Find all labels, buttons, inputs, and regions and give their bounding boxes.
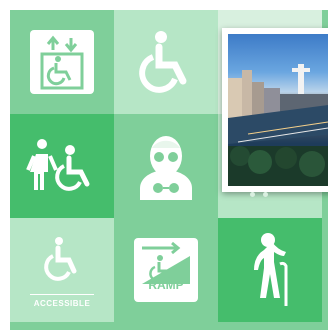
accessible-wheelchair-icon [44, 237, 77, 281]
ramp-label: RAMP [148, 278, 184, 292]
tile-walking-wheelchair[interactable] [10, 114, 114, 218]
blind-person-icon [140, 136, 192, 200]
tile-ramp[interactable]: RAMP [114, 218, 218, 322]
carousel-dots [250, 192, 268, 197]
tile-elevator[interactable] [10, 10, 114, 114]
carousel-dot[interactable] [263, 192, 268, 197]
accessible-label: ACCESSIBLE [10, 294, 114, 308]
elderly-cane-icon [254, 233, 288, 306]
photo-card[interactable] [222, 28, 328, 192]
tile-accessible[interactable]: ACCESSIBLE [10, 218, 114, 322]
carousel-dot[interactable] [250, 192, 255, 197]
elevator-wheelchair-icon [30, 30, 94, 94]
tile-elderly[interactable] [218, 218, 322, 322]
harbor-photo [228, 34, 328, 186]
wheelchair-icon [139, 31, 187, 93]
ramp-icon [134, 238, 198, 302]
tile-wheelchair[interactable] [114, 10, 218, 114]
walking-wheelchair-icon [26, 139, 90, 191]
tile-blind-person[interactable] [114, 114, 218, 218]
